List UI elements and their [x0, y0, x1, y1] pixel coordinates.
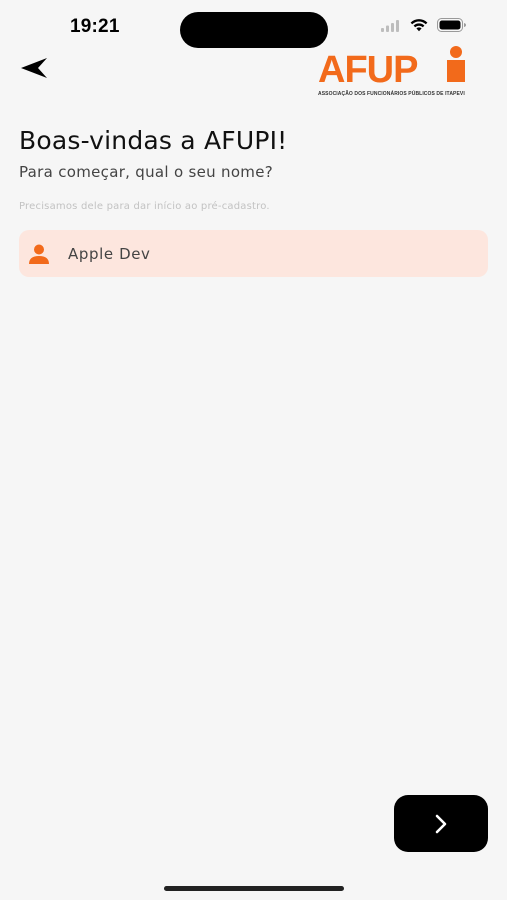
page-subtitle: Para começar, qual o seu nome? [19, 163, 274, 181]
hint-text: Precisamos dele para dar início ao pré-c… [19, 201, 270, 212]
home-indicator [164, 886, 344, 891]
status-time: 19:21 [70, 16, 120, 37]
next-button[interactable] [394, 795, 488, 852]
name-input[interactable] [68, 244, 488, 263]
back-button[interactable] [16, 52, 52, 84]
page-title: Boas-vindas a AFUPI! [19, 126, 288, 155]
afupi-logo: AFUP ASSOCIAÇÃO DOS FUNCIONÁRIOS PÚBLICO… [316, 44, 472, 100]
status-icons [381, 18, 467, 32]
user-icon [28, 243, 50, 265]
signal-icon [381, 19, 401, 32]
svg-text:ASSOCIAÇÃO DOS FUNCIONÁRIOS PÚ: ASSOCIAÇÃO DOS FUNCIONÁRIOS PÚBLICOS DE … [318, 90, 465, 97]
chevron-right-icon [435, 814, 447, 833]
wifi-icon [409, 18, 429, 32]
battery-icon [437, 18, 467, 32]
name-field[interactable] [19, 230, 488, 277]
svg-text:AFUP: AFUP [318, 49, 418, 91]
back-arrow-icon [21, 58, 47, 78]
dynamic-island [180, 12, 328, 48]
